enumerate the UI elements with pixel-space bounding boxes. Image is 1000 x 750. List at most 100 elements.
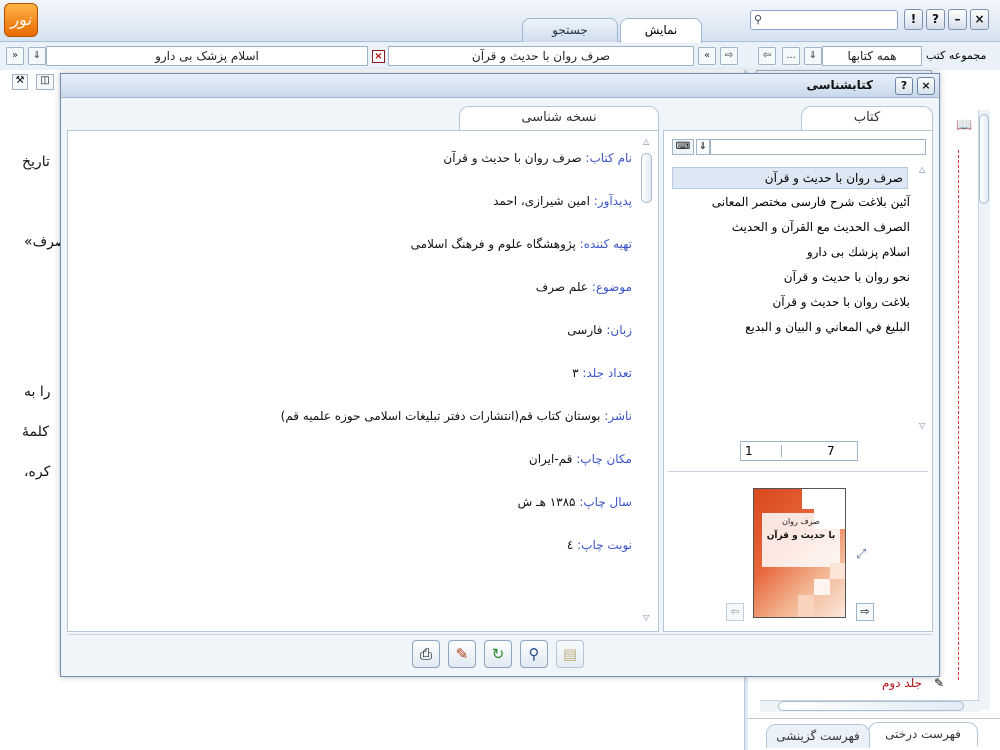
title-bar: نور نمایش جستجو ⚲ ! ? – × xyxy=(0,0,1000,43)
next-cover-icon[interactable]: ⇨ xyxy=(856,603,874,621)
info-row-producer: تهیه کننده: پژوهشگاه علوم و فرهنگ اسلامی xyxy=(72,237,632,280)
tree-item-icon: ✎ xyxy=(934,676,945,690)
dropdown-arrow-icon[interactable]: ⇓ xyxy=(28,47,46,65)
edition-info-pane: نام کتاب: صرف روان با حدیث و قرآن پدیدآو… xyxy=(67,130,659,632)
wrench-icon[interactable]: ⚒ xyxy=(12,74,28,90)
tab-selective-index[interactable]: فهرست گزینشی xyxy=(766,724,870,748)
info-value: امین شیرازی، احمد xyxy=(493,194,590,208)
dialog-help-button[interactable]: ? xyxy=(895,77,913,95)
list-item[interactable]: البليغ في المعاني و البيان و البديع xyxy=(745,320,910,334)
list-item[interactable]: اسلام پزشك بی دارو xyxy=(807,245,910,259)
info-scrollbar[interactable]: △ ▽ xyxy=(640,137,654,627)
minimize-button[interactable]: – xyxy=(948,9,967,30)
nav-next-icon[interactable]: » xyxy=(6,47,24,65)
layout-icon[interactable]: ◫ xyxy=(36,74,54,90)
close-button[interactable]: × xyxy=(970,9,989,30)
pager-current[interactable]: 1 xyxy=(745,444,753,458)
info-value: علم صرف xyxy=(535,280,588,294)
dialog-title: کتابشناسی xyxy=(806,78,873,92)
pager[interactable]: 1 7 xyxy=(740,441,858,461)
more-button[interactable]: ... xyxy=(782,47,800,65)
cover-block xyxy=(798,595,814,617)
bibliography-dialog: × ? کتابشناسی نسخه شناسی نام کتاب: صرف ر… xyxy=(60,73,940,677)
close-tab-icon[interactable]: × xyxy=(372,50,385,63)
document-button[interactable]: ▤ xyxy=(556,640,584,668)
info-row-author: پدیدآور: امین شیرازی، احمد xyxy=(72,194,632,237)
open-book-tab-2[interactable]: اسلام پزشک بی دارو xyxy=(46,46,368,66)
info-label: مکان چاپ: xyxy=(576,452,632,466)
divider xyxy=(67,634,933,635)
collection-select[interactable]: همه کتابها xyxy=(822,46,922,66)
export-icon: ↻ xyxy=(491,645,505,663)
list-item[interactable]: نحو روان با حديث و قرآن xyxy=(784,270,910,284)
document-icon: ▤ xyxy=(562,645,578,663)
info-row-title: نام کتاب: صرف روان با حدیث و قرآن xyxy=(72,151,632,194)
edit-note-button[interactable]: ✎ xyxy=(448,640,476,668)
info-value: ٤ xyxy=(566,538,574,552)
info-scrollbar-thumb[interactable] xyxy=(641,153,652,203)
tab-search[interactable]: جستجو xyxy=(522,18,618,42)
app-logo[interactable]: نور xyxy=(4,3,38,37)
cover-block xyxy=(802,489,845,509)
info-value: قم-ایران xyxy=(528,452,573,466)
reader-text-line: کلمهٔ xyxy=(22,424,49,440)
scroll-down-icon[interactable]: ▽ xyxy=(643,613,649,622)
cover-subtitle: با حدیث و قرآن xyxy=(766,531,836,541)
collection-dropdown-icon[interactable]: ⇓ xyxy=(804,47,822,65)
info-label: زبان: xyxy=(606,323,632,337)
open-book-tab-1[interactable]: صرف روان با حدیث و قرآن xyxy=(388,46,694,66)
nav-prev-icon[interactable]: « xyxy=(698,47,716,65)
info-label: پدیدآور: xyxy=(593,194,632,208)
info-row-publisher: ناشر: بوستان کتاب قم(انتشارات دفتر تبلیغ… xyxy=(72,409,632,452)
book-filter-input[interactable] xyxy=(710,139,926,155)
tab-display[interactable]: نمایش xyxy=(620,18,702,43)
info-row-subject: موضوع: علم صرف xyxy=(72,280,632,323)
tab-tree-index[interactable]: فهرست درختی xyxy=(868,722,978,746)
book-list-scrollbar[interactable]: △ ▽ xyxy=(916,165,930,435)
tree-item-label[interactable]: جلد دوم xyxy=(882,676,922,690)
find-button[interactable]: ⚲ xyxy=(520,640,548,668)
divider xyxy=(668,471,928,472)
cover-block xyxy=(830,563,845,579)
export-button[interactable]: ↻ xyxy=(484,640,512,668)
help-button[interactable]: ? xyxy=(926,9,945,30)
list-item[interactable]: الصرف الحديث مع القرآن و الحديث xyxy=(732,220,910,234)
info-value: ۱۳۸۵ هـ ش xyxy=(517,495,576,509)
prev-cover-icon[interactable]: ⇦ xyxy=(726,603,744,621)
list-item[interactable]: بلاغت روان با حديث و قرآن xyxy=(772,295,910,309)
scroll-down-icon[interactable]: ▽ xyxy=(919,421,925,430)
info-list: نام کتاب: صرف روان با حدیث و قرآن پدیدآو… xyxy=(72,151,632,581)
dialog-title-bar: × ? کتابشناسی xyxy=(61,74,939,98)
list-item[interactable]: آئين بلاغت شرح فارسی مختصر المعانی xyxy=(712,195,910,209)
info-row-edition: نوبت چاپ: ٤ xyxy=(72,538,632,581)
scroll-up-icon[interactable]: △ xyxy=(643,137,649,146)
info-value: صرف روان با حدیث و قرآن xyxy=(443,151,582,165)
list-item[interactable]: صرف روان با حديث و قرآن xyxy=(672,167,908,189)
info-value: ۳ xyxy=(572,366,579,380)
reader-text-line: را به xyxy=(24,384,51,400)
tree-line xyxy=(958,150,959,680)
tree-scrollbar-thumb[interactable] xyxy=(979,114,989,204)
info-label: تعداد جلد: xyxy=(582,366,632,380)
back-arrow-icon[interactable]: ⇦ xyxy=(758,47,776,65)
forward-arrow-icon[interactable]: ⇨ xyxy=(720,47,738,65)
tab-book[interactable]: کتاب xyxy=(801,106,933,130)
scroll-up-icon[interactable]: △ xyxy=(919,165,925,174)
expand-icon[interactable]: ⤢ xyxy=(856,547,866,562)
tree-hscrollbar-thumb[interactable] xyxy=(778,701,964,711)
global-search-input[interactable]: ⚲ xyxy=(750,10,898,30)
alert-button[interactable]: ! xyxy=(904,9,923,30)
keyboard-icon[interactable]: ⌨ xyxy=(672,139,694,155)
info-row-year: سال چاپ: ۱۳۸۵ هـ ش xyxy=(72,495,632,538)
info-value: فارسی xyxy=(567,323,603,337)
print-button[interactable]: ⎙ xyxy=(412,640,440,668)
info-label: نام کتاب: xyxy=(585,151,632,165)
printer-icon: ⎙ xyxy=(419,645,432,663)
tab-edition-info[interactable]: نسخه شناسی xyxy=(459,106,659,130)
info-value: پژوهشگاه علوم و فرهنگ اسلامی xyxy=(410,237,576,251)
pager-total: 7 xyxy=(827,444,835,458)
info-label: تهیه کننده: xyxy=(579,237,632,251)
info-row-volumes: تعداد جلد: ۳ xyxy=(72,366,632,409)
filter-dropdown-icon[interactable]: ⇓ xyxy=(696,139,710,155)
dialog-close-button[interactable]: × xyxy=(917,77,935,95)
